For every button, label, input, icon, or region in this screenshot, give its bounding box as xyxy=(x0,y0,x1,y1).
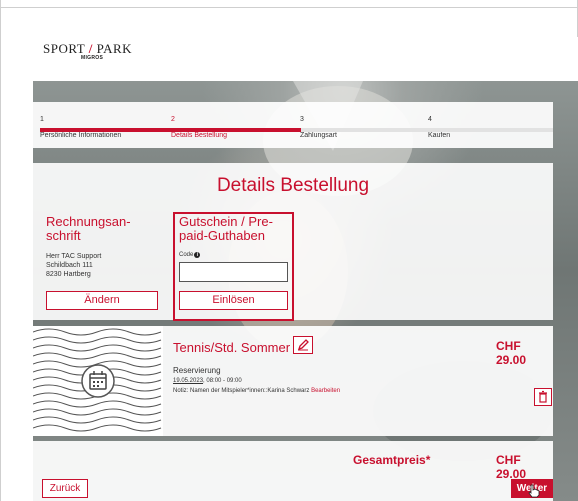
progress-bar-remaining xyxy=(301,128,553,132)
billing-address: Herr TAC Support Schildbach 111 8230 Har… xyxy=(46,252,101,279)
step-number: 1 xyxy=(40,116,44,123)
cart-item: Tennis/Std. Sommer CHF 29.00 Reservierun… xyxy=(33,326,553,436)
billing-heading-line: Rechnungsan- xyxy=(46,214,131,229)
back-button[interactable]: Zurück xyxy=(42,479,88,498)
total-price: CHF 29.00 xyxy=(496,453,527,481)
voucher-heading-line: Gutschein / Pre- xyxy=(179,214,273,229)
hand-cursor-icon xyxy=(528,484,540,498)
page-title: Details Bestellung xyxy=(216,175,370,196)
checkout-steps: 1 Persönliche Informationen 2 Details Be… xyxy=(33,102,553,148)
wave-pattern xyxy=(33,328,162,432)
logo-word-2: PARK xyxy=(96,41,133,56)
reservation-time: , 08:00 - 09:00 xyxy=(203,378,242,384)
total-label: Gesamtpreis* xyxy=(353,453,431,467)
total-panel: Gesamtpreis* CHF 29.00 xyxy=(33,441,553,501)
edit-note-link[interactable]: Bearbeiten xyxy=(311,388,340,394)
step-label: Details Bestellung xyxy=(171,132,228,139)
info-icon[interactable]: i xyxy=(194,252,201,258)
divider xyxy=(0,7,578,8)
step-label: Kaufen xyxy=(428,132,451,139)
step-number: 2 xyxy=(171,116,175,123)
delete-item-button[interactable] xyxy=(534,388,552,406)
edit-item-button[interactable] xyxy=(293,336,313,354)
code-label-text: Code xyxy=(179,252,194,258)
reservation-note: Notiz: Namen der Mitspieler*innen::Karin… xyxy=(173,388,340,394)
reservation-date: 19.05.2023 xyxy=(173,378,204,384)
code-label: Code i xyxy=(179,252,201,258)
details-panel: Details Bestellung Rechnungsan- schrift … xyxy=(33,163,553,321)
billing-heading: Rechnungsan- schrift xyxy=(46,215,131,243)
address-line: Schildbach 111 xyxy=(46,262,93,269)
voucher-heading: Gutschein / Pre- paid-Guthaben xyxy=(179,215,273,243)
site-header: SPORT / PARK MIGROS xyxy=(33,37,578,81)
voucher-heading-line: paid-Guthaben xyxy=(179,228,266,243)
step-label: Zahlungsart xyxy=(300,132,337,139)
logo-sub: MIGROS xyxy=(81,55,104,61)
progress-bar-done xyxy=(40,128,301,132)
calendar-icon xyxy=(89,371,107,390)
item-price: CHF 29.00 xyxy=(496,339,527,367)
redeem-button[interactable]: Einlösen xyxy=(179,291,288,310)
trash-icon xyxy=(539,390,547,403)
wave-pattern-image xyxy=(33,326,163,436)
voucher-code-input[interactable] xyxy=(179,262,288,282)
item-name: Tennis/Std. Sommer xyxy=(173,340,291,355)
pencil-icon xyxy=(297,339,309,351)
address-line: 8230 Hartberg xyxy=(46,271,91,278)
step-number: 3 xyxy=(300,116,304,123)
reservation-datetime: 19.05.2023, 08:00 - 09:00 xyxy=(173,378,242,384)
step-label: Persönliche Informationen xyxy=(40,132,122,139)
note-text: Notiz: Namen der Mitspieler*innen::Karin… xyxy=(173,388,310,394)
sportpark-logo[interactable]: SPORT / PARK MIGROS xyxy=(43,41,133,61)
logo-word-1: SPORT xyxy=(43,41,85,56)
billing-heading-line: schrift xyxy=(46,228,81,243)
change-address-button[interactable]: Ändern xyxy=(46,291,158,310)
logo-slash: / xyxy=(88,41,93,56)
address-line: Herr TAC Support xyxy=(46,253,102,260)
step-number: 4 xyxy=(428,116,432,123)
reservation-type: Reservierung xyxy=(173,366,221,375)
